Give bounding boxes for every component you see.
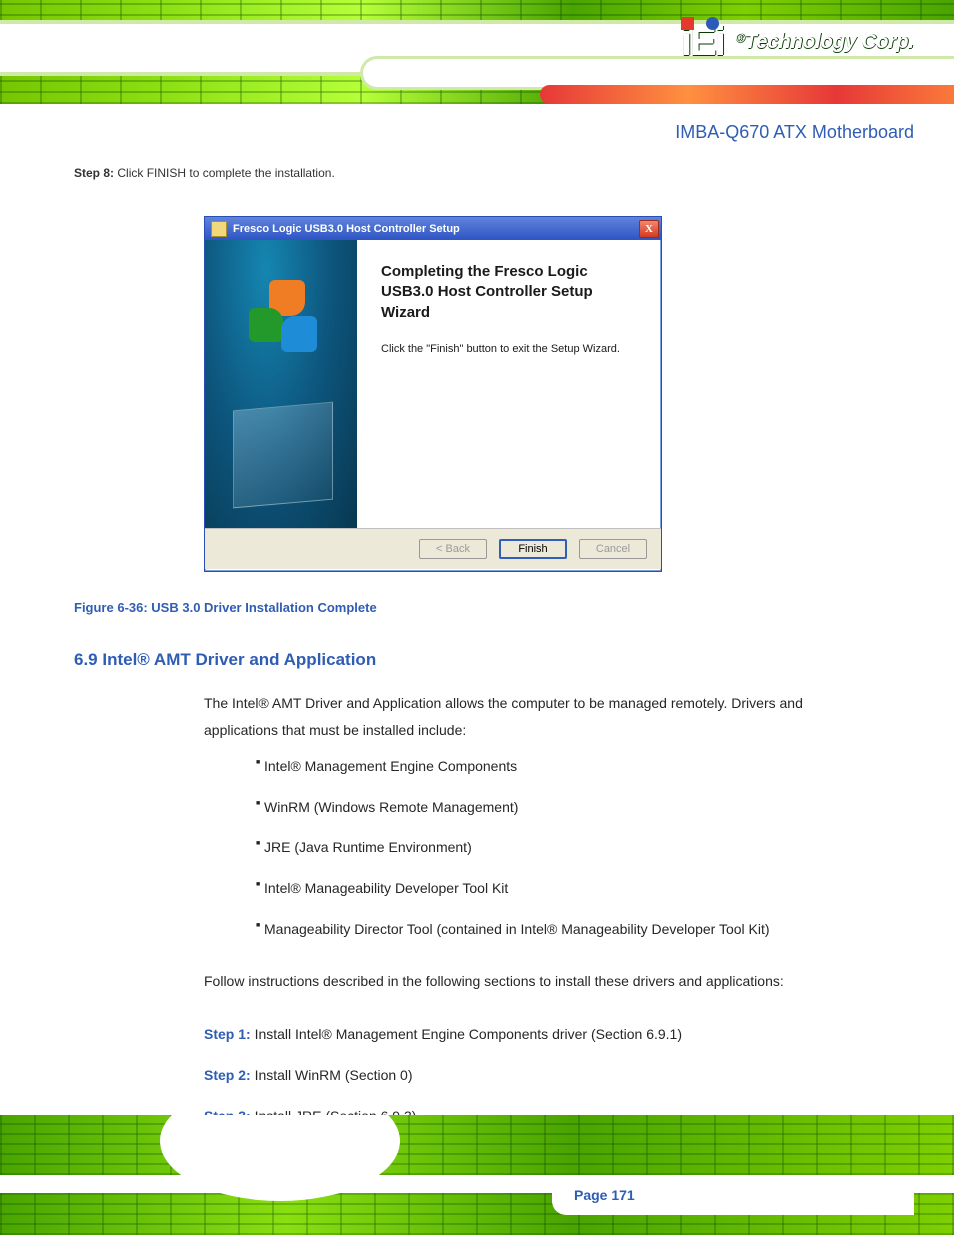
list-item: Manageability Director Tool (contained i… — [204, 916, 824, 943]
bullet-list: Intel® Management Engine Components WinR… — [204, 753, 824, 942]
dialog-titlebar[interactable]: Fresco Logic USB3.0 Host Controller Setu… — [205, 217, 661, 240]
step-2: Step 2: Install WinRM (Section 0) — [204, 1062, 824, 1089]
step-2-label: Step 2: — [204, 1067, 251, 1083]
page-number-box: Page 171 — [552, 1175, 914, 1215]
finish-button[interactable]: Finish — [499, 539, 567, 559]
close-icon: X — [645, 223, 653, 235]
step-8-label: Step 8: — [74, 166, 114, 180]
figure-caption: Figure 6-36: USB 3.0 Driver Installation… — [74, 600, 377, 615]
dialog-side-graphic — [205, 240, 357, 528]
close-button[interactable]: X — [639, 220, 659, 238]
doc-header: IMBA-Q670 ATX Motherboard — [74, 122, 914, 143]
banner-red-strip — [540, 85, 954, 104]
step-8-text: Click FINISH to complete the installatio… — [117, 166, 334, 180]
doc-header-right: IMBA-Q670 ATX Motherboard — [675, 122, 914, 143]
dialog-heading: Completing the Fresco Logic USB3.0 Host … — [381, 262, 637, 323]
dialog-title: Fresco Logic USB3.0 Host Controller Setu… — [233, 223, 639, 235]
open-box-icon — [233, 402, 333, 509]
logo-dot-blue-icon — [706, 17, 719, 30]
dialog-footer: < Back Finish Cancel — [205, 528, 661, 569]
brand-logo: iEi ®Technology Corp. — [681, 20, 914, 65]
section-6-9-body: The Intel® AMT Driver and Application al… — [204, 690, 824, 1143]
step-1: Step 1: Install Intel® Management Engine… — [204, 1021, 824, 1048]
step-8: Step 8: Click FINISH to complete the ins… — [74, 166, 335, 180]
list-item: Intel® Management Engine Components — [204, 753, 824, 780]
list-item: WinRM (Windows Remote Management) — [204, 794, 824, 821]
section-6-9-heading: 6.9 Intel® AMT Driver and Application — [74, 650, 376, 670]
dialog-content: Completing the Fresco Logic USB3.0 Host … — [357, 240, 661, 528]
top-banner: iEi ®Technology Corp. — [0, 0, 954, 104]
cancel-button[interactable]: Cancel — [579, 539, 647, 559]
bottom-banner: Page 171 — [0, 1115, 954, 1235]
step-1-label: Step 1: — [204, 1026, 251, 1042]
registered-mark: ® — [736, 31, 745, 45]
list-item: Intel® Manageability Developer Tool Kit — [204, 875, 824, 902]
logo-dot-red-icon — [681, 17, 694, 30]
installer-dialog: Fresco Logic USB3.0 Host Controller Setu… — [204, 216, 662, 572]
puzzle-blue-icon — [281, 316, 317, 352]
puzzle-icon — [249, 280, 319, 350]
section-intro: The Intel® AMT Driver and Application al… — [204, 690, 824, 743]
dialog-body: Completing the Fresco Logic USB3.0 Host … — [205, 240, 661, 528]
brand-tagline: ®Technology Corp. — [736, 31, 914, 54]
list-item: JRE (Java Runtime Environment) — [204, 834, 824, 861]
back-button[interactable]: < Back — [419, 539, 487, 559]
step-2-text: Install WinRM (Section 0) — [255, 1067, 413, 1083]
page-number: Page 171 — [574, 1187, 635, 1203]
puzzle-green-icon — [249, 308, 283, 342]
brand-mark: iEi — [681, 20, 724, 65]
dialog-body-text: Click the "Finish" button to exit the Se… — [381, 343, 637, 355]
section-following: Follow instructions described in the fol… — [204, 968, 824, 995]
installer-icon — [211, 221, 227, 237]
step-1-text: Install Intel® Management Engine Compone… — [255, 1026, 682, 1042]
